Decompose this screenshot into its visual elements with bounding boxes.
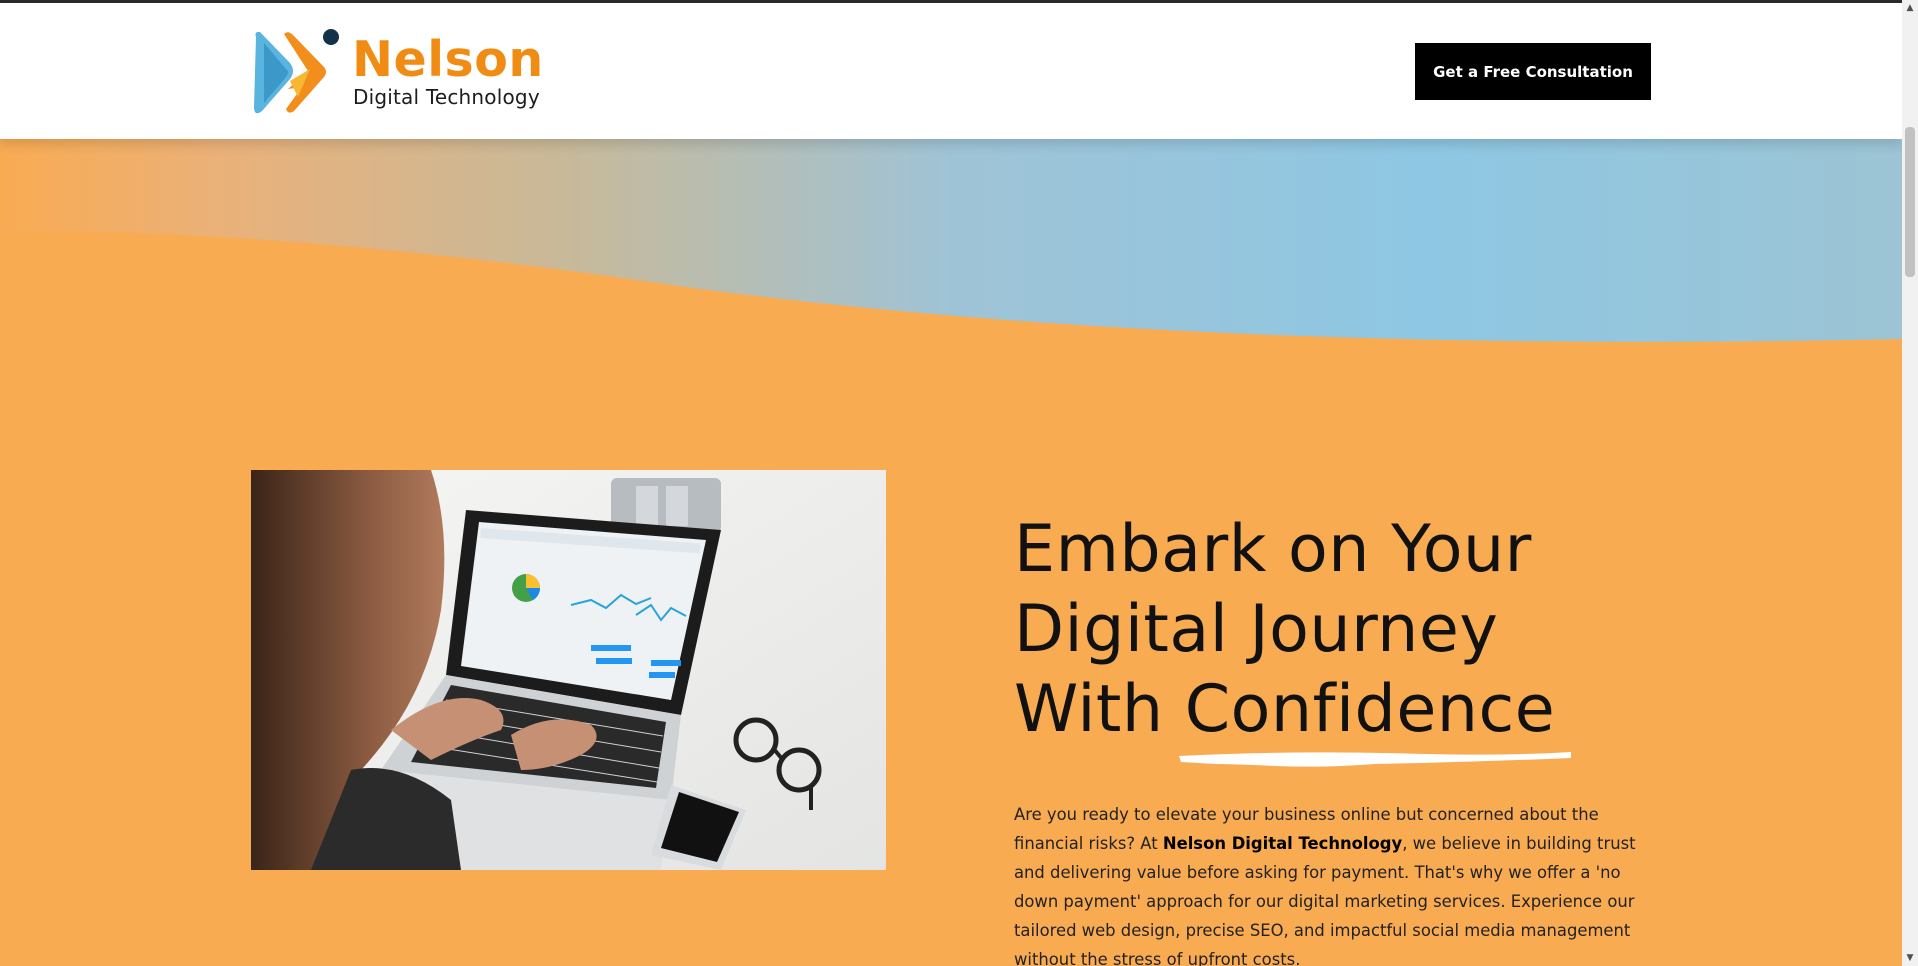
- logo-chevron-icon: [254, 29, 339, 114]
- person-typing-on-laptop-icon: [251, 470, 886, 870]
- hero-description-rest: , we believe in building trust and deliv…: [1014, 834, 1636, 966]
- hero-heading: Embark on Your Digital Journey With Conf…: [1014, 510, 1654, 767]
- hero-heading-prefix: With: [1014, 672, 1164, 747]
- hero-heading-highlight-word: Confidence: [1184, 672, 1556, 747]
- page-scrollbar[interactable]: ▲ ▼: [1902, 0, 1918, 966]
- hero-heading-line-3: With Confidence: [1014, 670, 1654, 767]
- hero-laptop-photo: [251, 470, 886, 870]
- hero-description: Are you ready to elevate your business o…: [1014, 800, 1660, 966]
- free-consultation-button[interactable]: Get a Free Consultation: [1415, 43, 1651, 100]
- hero-banner-wave: [0, 139, 1902, 359]
- scroll-down-arrow-icon[interactable]: ▼: [1902, 950, 1918, 966]
- hero-heading-line-2: Digital Journey: [1014, 592, 1499, 667]
- hero-description-brand: Nelson Digital Technology: [1162, 834, 1403, 853]
- scrollbar-thumb[interactable]: [1905, 127, 1915, 277]
- logo-name: Nelson: [352, 31, 544, 88]
- site-header: Nelson Digital Technology Get a Free Con…: [0, 3, 1902, 139]
- scroll-up-arrow-icon[interactable]: ▲: [1902, 0, 1918, 16]
- brush-underline-icon: [1178, 752, 1571, 767]
- logo-subtitle: Digital Technology: [353, 85, 540, 109]
- hero-heading-line-1: Embark on Your: [1014, 512, 1532, 587]
- site-logo[interactable]: Nelson Digital Technology: [250, 27, 560, 117]
- hero-heading-highlight: Confidence: [1178, 670, 1571, 767]
